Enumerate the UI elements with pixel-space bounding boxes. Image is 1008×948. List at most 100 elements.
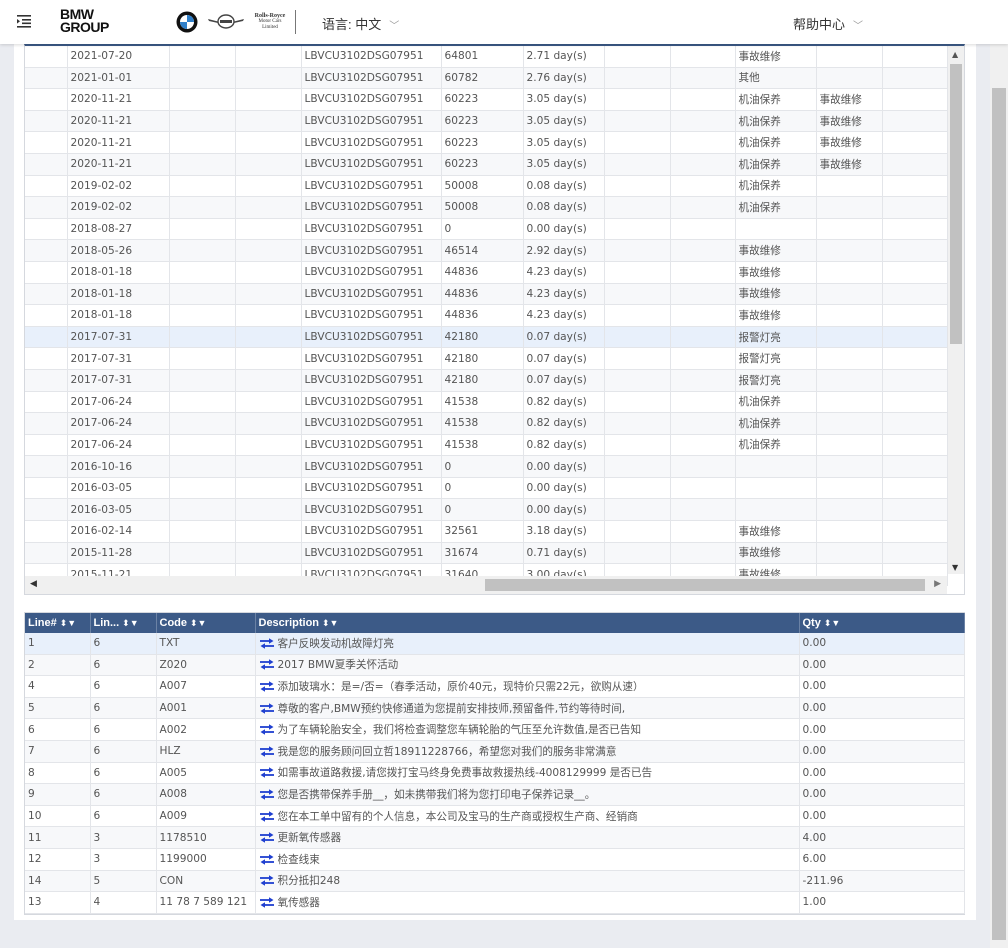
line-item-row[interactable]: 6 6 A002 为了车辆轮胎安全，我们将检查调整您车辆轮胎的气压至允许数值,是否已告… (25, 718, 965, 741)
sort-filter-icon[interactable]: ⬍▼ (60, 618, 76, 628)
cell-empty (169, 542, 236, 565)
history-row[interactable]: 2016-03-05 LBVCU3102DSG07951 0 0.00 day(s) (25, 477, 948, 500)
swap-arrows-icon[interactable] (259, 875, 275, 887)
sort-filter-icon[interactable]: ⬍▼ (190, 618, 206, 628)
cell-date: 2020-11-21 (67, 88, 170, 111)
history-row[interactable]: 2016-10-16 LBVCU3102DSG07951 0 0.00 day(s) (25, 455, 948, 478)
swap-arrows-icon[interactable] (259, 832, 275, 843)
cell-lin: 3 (90, 848, 157, 871)
line-item-row[interactable]: 4 6 A007 添加玻璃水：是=/否=（春季活动，原价40元，现特价只需22元，欲购… (25, 675, 965, 698)
history-row[interactable]: 2017-06-24 LBVCU3102DSG07951 41538 0.82 day… (25, 412, 948, 435)
cell-date: 2020-11-21 (67, 110, 170, 133)
cell-empty (882, 196, 948, 219)
cell-code: A007 (156, 675, 256, 698)
cell-empty (604, 261, 671, 284)
history-row[interactable]: 2019-02-02 LBVCU3102DSG07951 50008 0.08 day… (25, 196, 948, 219)
description-text: 添加玻璃水：是=/否=（春季活动，原价40元，现特价只需22元，欲购从速） (277, 680, 644, 693)
swap-arrows-icon[interactable] (259, 897, 275, 908)
cell-type2: 事故维修 (816, 153, 883, 176)
line-item-row[interactable]: 1 6 TXT 客户反映发动机故障灯亮 0.00 (25, 633, 965, 655)
cell-empty (25, 455, 68, 478)
history-row[interactable]: 2018-05-26 LBVCU3102DSG07951 46514 2.92 day… (25, 239, 948, 262)
cell-lin: 6 (90, 675, 157, 698)
sort-filter-icon[interactable]: ⬍▼ (824, 618, 840, 628)
swap-arrows-icon[interactable] (259, 746, 275, 757)
history-row[interactable]: 2018-01-18 LBVCU3102DSG07951 44836 4.23 day… (25, 304, 948, 327)
history-row[interactable]: 2018-01-18 LBVCU3102DSG07951 44836 4.23 day… (25, 283, 948, 306)
swap-arrows-icon[interactable] (259, 681, 275, 692)
grid-vertical-scroll-thumb[interactable] (950, 64, 962, 344)
history-row[interactable]: 2019-02-02 LBVCU3102DSG07951 50008 0.08 day… (25, 175, 948, 198)
history-row[interactable]: 2015-11-28 LBVCU3102DSG07951 31674 0.71 day… (25, 542, 948, 565)
line-item-row[interactable]: 7 6 HLZ 我是您的服务顾问回立哲18911228766，希望您对我们的服务非常满… (25, 740, 965, 763)
cell-empty (882, 110, 948, 133)
swap-arrows-icon[interactable] (259, 659, 275, 671)
history-row[interactable]: 2018-01-18 LBVCU3102DSG07951 44836 4.23 day… (25, 261, 948, 284)
history-row[interactable]: 2021-07-20 LBVCU3102DSG07951 64801 2.71 day… (25, 46, 948, 68)
history-row[interactable]: 2017-07-31 LBVCU3102DSG07951 42180 0.07 day… (25, 369, 948, 392)
cell-empty (25, 304, 68, 327)
cell-date: 2018-05-26 (67, 239, 170, 262)
cell-type1: 事故维修 (735, 261, 817, 284)
help-center-menu[interactable]: 帮助中心 ﹀ (793, 14, 863, 33)
column-header-line[interactable]: Line# ⬍▼ (25, 613, 91, 633)
language-selector[interactable]: 语言: 中文 ﹀ (322, 14, 399, 33)
swap-arrows-icon[interactable] (259, 854, 275, 865)
brand-line2: GROUP (60, 19, 109, 35)
line-item-row[interactable]: 9 6 A008 您是否携带保养手册__，如未携带我们将为您打印电子保养记录__。 0.… (25, 783, 965, 806)
line-item-row[interactable]: 2 6 Z020 2017 BMW夏季关怀活动 0.00 (25, 654, 965, 677)
grid-horizontal-scrollbar[interactable]: ◀ ▶ (25, 576, 947, 594)
page-scrollbar[interactable] (990, 44, 1008, 948)
scroll-up-arrow-icon[interactable]: ▲ (952, 50, 958, 59)
column-header-lin[interactable]: Lin... ⬍▼ (90, 613, 157, 633)
history-row[interactable]: 2017-07-31 LBVCU3102DSG07951 42180 0.07 day… (25, 347, 948, 370)
line-item-row[interactable]: 5 6 A001 尊敬的客户,BMW预约快修通道为您提前安排技师,预留备件,节约等待时… (25, 697, 965, 720)
line-item-row[interactable]: 8 6 A005 如需事故道路救援,请您拨打宝马终身免费事故救援热线-40081299… (25, 762, 965, 785)
swap-arrows-icon[interactable] (259, 638, 275, 649)
cell-date: 2020-11-21 (67, 131, 170, 154)
scroll-down-arrow-icon[interactable]: ▼ (952, 563, 958, 572)
column-header-qty[interactable]: Qty ⬍▼ (799, 613, 965, 633)
history-row[interactable]: 2017-06-24 LBVCU3102DSG07951 41538 0.82 day… (25, 434, 948, 457)
swap-arrows-icon[interactable] (259, 702, 275, 714)
line-item-row[interactable]: 12 3 1199000 检查线束 6.00 (25, 848, 965, 871)
swap-arrows-icon[interactable] (259, 767, 275, 779)
history-row[interactable]: 2016-03-05 LBVCU3102DSG07951 0 0.00 day(s) (25, 498, 948, 522)
swap-arrows-icon[interactable] (259, 789, 275, 800)
history-row[interactable]: 2017-07-31 LBVCU3102DSG07951 42180 0.07 day… (25, 326, 948, 349)
line-item-row[interactable]: 11 3 1178510 更新氧传感器 4.00 (25, 826, 965, 849)
scroll-right-arrow-icon[interactable]: ▶ (934, 579, 941, 589)
history-row[interactable]: 2018-08-27 LBVCU3102DSG07951 0 0.00 day(s) (25, 218, 948, 241)
cell-empty (882, 391, 948, 414)
column-header-code[interactable]: Code ⬍▼ (156, 613, 256, 633)
cell-vin: LBVCU3102DSG07951 (301, 520, 442, 543)
line-item-row[interactable]: 13 4 11 78 7 589 121 氧传感器 1.00 (25, 891, 965, 914)
cell-empty (604, 369, 671, 392)
scroll-left-arrow-icon[interactable]: ◀ (30, 579, 37, 589)
history-row[interactable]: 2020-11-21 LBVCU3102DSG07951 60223 3.05 day… (25, 131, 948, 154)
header-label-code: Code (159, 617, 188, 629)
history-row[interactable]: 2021-01-01 LBVCU3102DSG07951 60782 2.76 day… (25, 67, 948, 90)
line-item-row[interactable]: 10 6 A009 您在本工单中留有的个人信息，本公司及宝马的生产商或授权生产商、经销… (25, 805, 965, 828)
history-row[interactable]: 2020-11-21 LBVCU3102DSG07951 60223 3.05 day… (25, 88, 948, 111)
grid-horizontal-scroll-thumb[interactable] (485, 579, 925, 591)
swap-arrows-icon[interactable] (259, 810, 275, 822)
page-scrollbar-thumb[interactable] (992, 88, 1006, 940)
swap-arrows-icon[interactable] (259, 724, 275, 735)
cell-empty (604, 175, 671, 198)
column-header-description[interactable]: Description ⬍▼ (255, 613, 800, 633)
sort-filter-icon[interactable]: ⬍▼ (122, 618, 138, 628)
history-row[interactable]: 2020-11-21 LBVCU3102DSG07951 60223 3.05 day… (25, 153, 948, 176)
history-row[interactable]: 2017-06-24 LBVCU3102DSG07951 41538 0.82 day… (25, 391, 948, 414)
history-row[interactable]: 2016-02-14 LBVCU3102DSG07951 32561 3.18 day… (25, 520, 948, 543)
cell-type2 (816, 304, 883, 327)
history-row[interactable]: 2020-11-21 LBVCU3102DSG07951 60223 3.05 day… (25, 110, 948, 133)
grid-vertical-scrollbar[interactable]: ▲ ▼ (948, 46, 964, 574)
cell-date: 2019-02-02 (67, 175, 170, 198)
cell-empty (670, 67, 736, 90)
sort-filter-icon[interactable]: ⬍▼ (322, 618, 338, 628)
cell-empty (670, 304, 736, 327)
line-item-row[interactable]: 14 5 CON 积分抵扣248 -211.96 (25, 870, 965, 893)
menu-collapse-icon[interactable] (15, 13, 33, 29)
cell-date: 2021-07-20 (67, 46, 170, 68)
